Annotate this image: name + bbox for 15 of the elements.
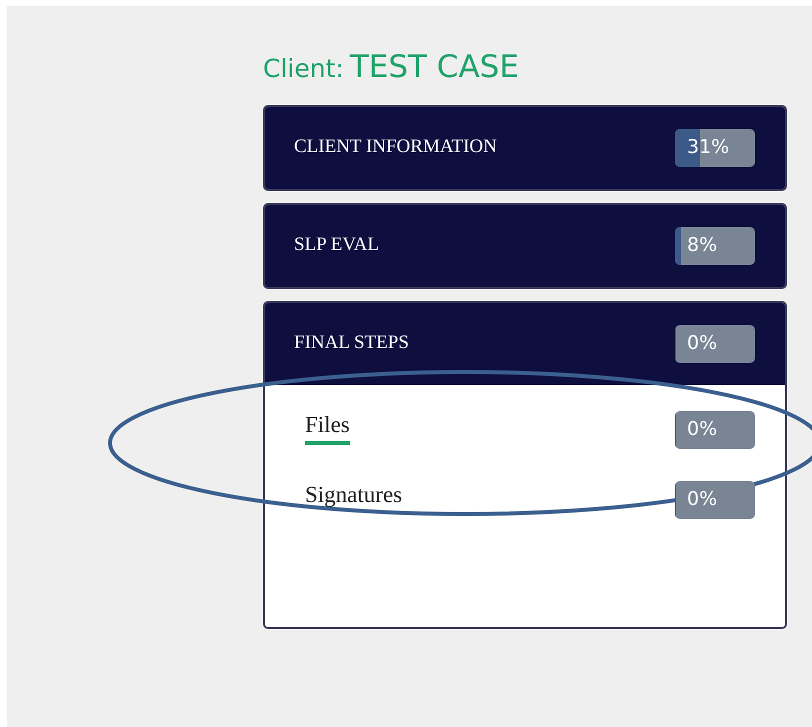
section-item[interactable]: Signatures (305, 480, 402, 516)
section-title: CLIENT INFORMATION (294, 135, 497, 160)
section-header[interactable]: CLIENT INFORMATION 31% (265, 106, 785, 188)
client-name: TEST CASE (350, 48, 519, 87)
section-header[interactable]: FINAL STEPS 0% (265, 302, 785, 384)
section-header[interactable]: SLP EVAL 8% (265, 204, 785, 286)
progress-bar: 0% (675, 324, 755, 362)
section-title: FINAL STEPS (294, 331, 409, 356)
progress-bar: 31% (675, 128, 755, 166)
section-title: SLP EVAL (294, 233, 379, 258)
progress-bar: 0% (675, 480, 755, 518)
section-item[interactable]: Files (305, 410, 350, 446)
client-label: Client: (263, 53, 344, 85)
progress-bar: 0% (675, 410, 755, 448)
progress-bar: 8% (675, 226, 755, 264)
